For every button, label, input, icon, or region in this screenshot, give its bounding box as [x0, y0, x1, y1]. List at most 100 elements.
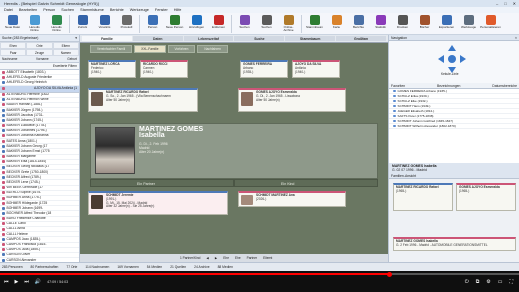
marriage-button[interactable]: Ehe [223, 256, 229, 260]
favorite-item[interactable]: SCHMIDT Wilhelm Alexander (1802-1870) [389, 124, 519, 129]
tab-extended-family[interactable]: Großfam [336, 36, 386, 41]
settings-icon[interactable]: ⚙ [486, 279, 490, 285]
menu-reports[interactable]: Berichte [110, 8, 124, 12]
toolbar-button[interactable]: Stammbaum [305, 13, 324, 29]
tab-date-ranges[interactable]: Datumsbereiche [492, 83, 517, 88]
tab-witness[interactable]: Zeuge [26, 49, 53, 56]
toolbar-button[interactable]: Protokoll [117, 13, 136, 29]
toolbar-button[interactable]: Drucken [393, 13, 412, 29]
tab-timeline[interactable]: Lebenszeitaf [183, 36, 234, 41]
menu-trees[interactable]: Stammbäume [80, 8, 104, 12]
extended-filter-button[interactable]: Erweiterte Filtern [53, 64, 77, 68]
menu-help[interactable]: Hilfe [174, 8, 182, 12]
partner-section-label[interactable]: Ein Partner [90, 179, 234, 187]
grandparent-card[interactable]: MARTINEZ LORCA Federico (1940-) [88, 60, 136, 78]
child-card[interactable]: SCHMIDT MARTINEZ Ana (2026-) [238, 191, 346, 207]
mother-card[interactable]: GOMES AJOYO Esmeralda G. Di., 2. Jan 196… [238, 88, 346, 112]
menu-tools[interactable]: Werkzeuge [130, 8, 149, 12]
prev-partner-button[interactable]: ◀ [206, 256, 208, 260]
toolbar-button[interactable]: Werkzeuge [459, 13, 478, 29]
toolbar-button[interactable]: Statistik [371, 13, 390, 29]
back-arrow-icon [77, 15, 88, 25]
toolbar-button[interactable]: Personalisieren [480, 13, 501, 29]
col-firstname[interactable]: Vorname [36, 57, 49, 61]
tab-couple[interactable]: Paar [0, 49, 27, 56]
tab-search[interactable]: Suche [234, 36, 285, 41]
toolbar-button[interactable]: Neue Datei [3, 13, 22, 29]
toolbar-button[interactable]: Neue Person [165, 13, 184, 29]
fa-mother-card[interactable]: GOMES AJOYO Esmeralda (1965-) [456, 183, 516, 211]
tab-descendants[interactable]: Nachfahren [197, 45, 228, 53]
toolbar-button[interactable]: Exportieren [437, 13, 456, 29]
skip-back-icon[interactable]: ⏮ [4, 279, 9, 285]
tab-tree[interactable]: Stammbaum [285, 36, 336, 41]
tab-ancestors[interactable]: Vorfahren [167, 45, 196, 53]
person-list-label: CAMPOS Francisca (1815- [6, 242, 47, 247]
marriage-button-2[interactable]: Ehe [235, 256, 241, 260]
chevron-down-icon[interactable]: ▾ [75, 36, 77, 40]
tab-xxl-family[interactable]: XXL-Familie [134, 45, 166, 53]
col-birth[interactable]: Geburt [67, 57, 77, 61]
video-scrubber[interactable] [386, 271, 392, 277]
partner-button[interactable]: Partner [247, 256, 257, 260]
close-button[interactable]: ✕ [513, 1, 516, 6]
child-section-label[interactable]: Ein Kind [234, 179, 378, 187]
toolbar-button[interactable]: Heredis Online [47, 13, 66, 33]
skip-next-icon[interactable]: ⏭ [24, 279, 29, 285]
menu-window[interactable]: Fenster [155, 8, 168, 12]
toolbar-button[interactable]: Heredis Online [25, 13, 44, 33]
minimize-button[interactable]: – [496, 1, 498, 6]
col-surname[interactable]: Nachname [2, 57, 17, 61]
menu-file[interactable]: Datei [4, 8, 13, 12]
toolbar-button[interactable]: Berichte [349, 13, 368, 29]
autoplay-icon[interactable]: ⏻ [465, 279, 469, 285]
main-person-card[interactable]: MARTINEZ GOMES Isabella G. Di., 2. Feb 1… [90, 123, 378, 179]
miniplayer-icon[interactable]: ▭ [498, 279, 503, 285]
search-results-selector[interactable]: Suche (283 Ergebnisse) ▾ [0, 35, 79, 42]
tab-data[interactable]: Daten [132, 36, 183, 41]
menu-person[interactable]: Person [43, 8, 55, 12]
navigation-arrows-icon[interactable] [434, 45, 470, 73]
grandparent-card[interactable]: AJOYO DA SILVA Antônia (1940-) [292, 60, 340, 78]
toolbar-button[interactable]: Vorwärts [95, 13, 114, 29]
father-card[interactable]: MARTINEZ RICARDO Rafael G. So., 2. Jan 1… [88, 88, 198, 112]
next-partner-button[interactable]: ▶ [215, 256, 217, 260]
toolbar-button[interactable]: Suchen [235, 13, 254, 29]
menu-edit[interactable]: Bearbeiten [19, 8, 37, 12]
tools-icon [463, 15, 474, 25]
toolbar-button-label: Protokoll [120, 25, 133, 29]
tab-names[interactable]: Namen [52, 49, 79, 56]
tab-favorites[interactable]: Favoriten [391, 83, 405, 88]
play-icon[interactable]: ▶ [15, 279, 19, 285]
toolbar-button[interactable]: Hinzufügen [187, 13, 206, 29]
grandparent-card[interactable]: GOMES FERREIRA Arbano (1935-) [240, 60, 288, 78]
toolbar-button[interactable]: Bücher [415, 13, 434, 29]
toolbar-button[interactable]: Online-Archive [279, 13, 298, 33]
fa-child-card[interactable]: MARTINEZ GOMES Isabella G. 2 Feb 1996 - … [393, 237, 516, 251]
toolbar-button[interactable]: Zurück [73, 13, 92, 29]
toolbar-button[interactable]: Entfernen [209, 13, 228, 29]
menu-search[interactable]: Suchen [61, 8, 74, 12]
volume-icon[interactable]: 🔊 [35, 279, 41, 285]
tab-simple-family[interactable]: Vereinfachter Famili [90, 45, 133, 53]
parent-button[interactable]: Elternt [263, 256, 272, 260]
person-index-panel: Suche (283 Ergebnisse) ▾ Ehen Orte Elter… [0, 35, 80, 264]
partner-card[interactable]: SCHMIDT Jeremie (1991-) G. Mi., 15. Mai … [88, 191, 228, 215]
person-list-item[interactable]: AJOYO DA SILVA Antônia (1 [0, 85, 79, 93]
tab-places[interactable]: Orte [26, 42, 53, 49]
fullscreen-icon[interactable]: ⛶ [509, 279, 513, 285]
tab-marriages[interactable]: Ehen [0, 42, 27, 49]
toolbar-button[interactable]: Suchen [257, 13, 276, 29]
tab-labels[interactable]: Bezeichnungen [437, 83, 460, 88]
toolbar-button[interactable]: Person [143, 13, 162, 29]
maximize-button[interactable]: □ [504, 1, 506, 6]
tab-family[interactable]: Familie [82, 36, 132, 41]
grandparent-card[interactable]: RICARDO RICCI Carmen (1940-) [140, 60, 188, 78]
captions-icon[interactable]: ⧉ [476, 279, 480, 285]
tab-parents[interactable]: Eltern [52, 42, 79, 49]
selected-person-header: MARTINEZ GOMES Isabella G. 02 07 1996 - … [389, 163, 519, 173]
fa-father-card[interactable]: MARTINEZ RICARDO Rafael (1965-) [393, 183, 453, 211]
navigation-label: Kekule-Linie [441, 72, 459, 76]
close-icon[interactable]: × [515, 35, 517, 40]
toolbar-button[interactable]: Karte [327, 13, 346, 29]
